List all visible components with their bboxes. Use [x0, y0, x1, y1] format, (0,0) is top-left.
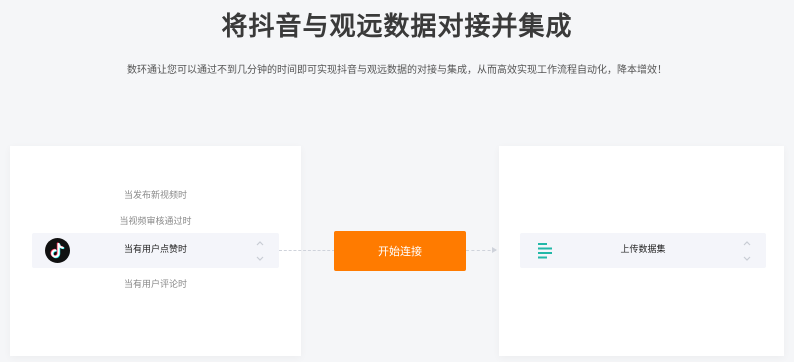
- action-panel: 上传数据集: [499, 146, 784, 356]
- selected-trigger-label: 当有用户点赞时: [123, 245, 187, 255]
- trigger-panel: 当发布新视频时 当视频审核通过时 当有用户点赞时 当有用户评论时: [10, 146, 301, 356]
- trigger-option-new-video[interactable]: 当发布新视频时: [10, 188, 301, 201]
- start-connect-button[interactable]: 开始连接: [334, 231, 466, 271]
- page-subtitle: 数环通让您可以通过不到几分钟的时间即可实现抖音与观远数据的对接与集成，从而高效实…: [127, 65, 667, 76]
- trigger-selector[interactable]: 当有用户点赞时: [32, 233, 279, 268]
- chevron-up-down-icon[interactable]: [255, 240, 265, 262]
- page-title: 将抖音与观远数据对接并集成: [221, 12, 573, 42]
- action-selector[interactable]: 上传数据集: [520, 233, 766, 268]
- arrow-right-icon: [492, 247, 497, 253]
- trigger-option-video-approved[interactable]: 当视频审核通过时: [10, 214, 301, 227]
- selected-action-label: 上传数据集: [620, 245, 666, 255]
- connector-line-left: [279, 250, 335, 251]
- chevron-up-down-icon[interactable]: [742, 240, 752, 262]
- trigger-option-user-comment[interactable]: 当有用户评论时: [10, 277, 301, 290]
